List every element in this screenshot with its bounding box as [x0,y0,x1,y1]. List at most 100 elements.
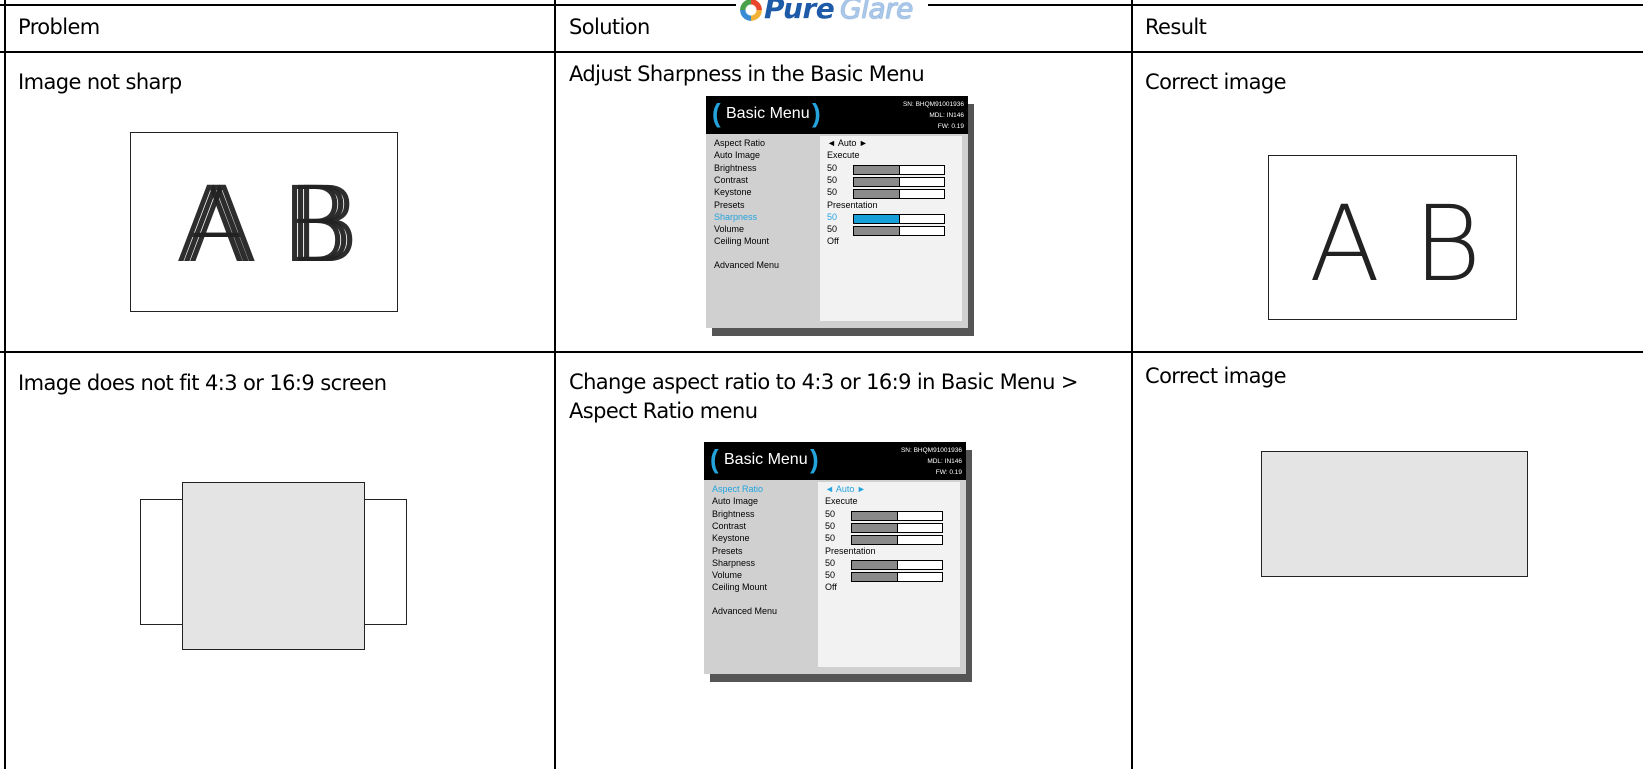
osd-meta-sn: SN: BHQM91001936 [900,447,962,454]
osd-meta-mdl: MDL: IN146 [929,112,964,119]
osd-item-label[interactable]: Contrast [714,175,748,185]
osd-item-value: Execute [827,150,860,161]
basic-menu-osd-1: (Basic Menu) SN: BHQM91001936 MDL: IN146 FW… [706,96,974,336]
osd-slider[interactable] [851,510,943,521]
result-text-1: Correct image [1145,70,1287,94]
row-divider [0,351,1643,353]
osd-item-value: 50 [827,211,838,222]
pureglare-logo: Pure Glare [736,0,928,27]
osd-item-value: Presentation [825,545,876,556]
osd-item-label[interactable]: Presets [714,200,745,210]
solution-text-2-line2: Aspect Ratio menu [569,399,758,423]
header-result: Result [1145,15,1207,39]
osd-slider-fill [852,573,898,582]
osd-left-paren-icon: ( [710,444,719,474]
osd-item-label[interactable]: Ceiling Mount [714,236,769,246]
osd-slider-fill [852,536,898,545]
result-text-2: Correct image [1145,364,1287,388]
osd-item-value: Execute [825,496,858,507]
osd-item-value: Off [827,236,839,247]
osd-slider[interactable] [851,559,943,570]
osd-slider-fill [854,177,900,186]
osd-slider[interactable] [853,164,945,175]
osd-item-label[interactable]: Volume [712,570,742,580]
osd-item-value: 50 [827,187,838,198]
logo-text-pure: Pure [764,0,835,25]
mismatched-image-illustration [182,482,365,650]
osd-advanced-menu-item[interactable]: Advanced Menu [712,606,777,616]
osd-item-label[interactable]: Brightness [714,163,757,173]
osd-item-value: 50 [825,557,836,568]
sharp-image-illustration: A B [1268,155,1517,320]
osd-slider[interactable] [851,522,943,533]
solution-text-2-line1: Change aspect ratio to 4:3 or 16:9 in Ba… [569,370,1079,394]
osd-item-label[interactable]: Ceiling Mount [712,582,767,592]
blurry-letters-layer-3: A B [187,164,360,286]
osd-item-value: 50 [827,162,838,173]
basic-menu-osd-2: ( Basic Menu) SN: BHQM91001936 MDL: IN146 FW… [704,442,972,682]
header-problem: Problem [18,15,100,39]
osd-meta-sn: SN: BHQM91001936 [902,101,964,108]
osd-item-label[interactable]: Keystone [712,533,750,543]
header-divider [0,51,1643,53]
osd-item-label[interactable]: Volume [714,224,744,234]
osd-slider[interactable] [851,572,943,583]
sharp-letters: A B [1309,183,1482,305]
osd-item-label[interactable]: Brightness [712,509,755,519]
osd-item-value: 50 [827,174,838,185]
header-solution: Solution [569,15,650,39]
osd-panel: ( Basic Menu) SN: BHQM91001936 MDL: IN146 FW… [704,442,966,674]
problem-text-1: Image not sharp [18,70,182,94]
osd-right-paren-icon: ) [812,98,821,128]
osd-left-paren-icon: ( [712,98,721,128]
osd-meta-fw: FW: 0.19 [937,123,964,130]
osd-slider-fill [854,214,900,223]
osd-slider[interactable] [851,535,943,546]
osd-item-value: 50 [825,570,836,581]
osd-item-label[interactable]: Contrast [712,521,746,531]
osd-slider[interactable] [853,213,945,224]
fitted-image-illustration [1261,451,1528,577]
osd-item-label[interactable]: Keystone [714,187,752,197]
osd-slider-fill [854,165,900,174]
solution-text-1: Adjust Sharpness in the Basic Menu [569,62,925,86]
osd-item-value: Presentation [827,199,878,210]
osd-slider[interactable] [853,176,945,187]
osd-slider[interactable] [853,226,945,237]
osd-right-paren-icon: ) [810,444,819,474]
logo-text-glare: Glare [840,0,913,25]
column-divider-2 [1131,0,1133,769]
osd-item-value: 50 [825,533,836,544]
osd-item-value: 50 [825,508,836,519]
logo-ring-icon [740,0,762,21]
blurry-image-illustration: A B A B A B [130,132,398,312]
osd-item-label[interactable]: Aspect Ratio [712,484,763,494]
osd-item-label[interactable]: Presets [712,546,743,556]
osd-item-label[interactable]: Sharpness [712,558,755,568]
osd-advanced-menu-item[interactable]: Advanced Menu [714,260,779,270]
osd-slider-fill [854,227,900,236]
osd-item-value: 50 [825,520,836,531]
osd-meta-fw: FW: 0.19 [935,469,962,476]
osd-title: Basic Menu [724,451,808,468]
osd-item-label[interactable]: Sharpness [714,212,757,222]
table-left-border [4,0,6,769]
osd-item-value: ◄ Auto ► [827,138,868,148]
osd-slider-fill [852,560,898,569]
column-divider-1 [554,0,556,769]
osd-meta-mdl: MDL: IN146 [927,458,962,465]
osd-header: ( Basic Menu) SN: BHQM91001936 MDL: IN146 FW… [704,442,966,480]
osd-slider-fill [852,511,898,520]
osd-item-value: ◄ Auto ► [825,484,866,494]
osd-item-label[interactable]: Auto Image [714,150,760,160]
osd-slider-fill [852,523,898,532]
osd-slider-fill [854,190,900,199]
osd-header: (Basic Menu) SN: BHQM91001936 MDL: IN146 FW… [706,96,968,134]
osd-slider[interactable] [853,189,945,200]
osd-panel: (Basic Menu) SN: BHQM91001936 MDL: IN146 FW… [706,96,968,328]
osd-item-label[interactable]: Aspect Ratio [714,138,765,148]
problem-text-2: Image does not fit 4:3 or 16:9 screen [18,371,387,395]
osd-item-label[interactable]: Auto Image [712,496,758,506]
osd-item-value: 50 [827,224,838,235]
osd-item-value: Off [825,582,837,593]
